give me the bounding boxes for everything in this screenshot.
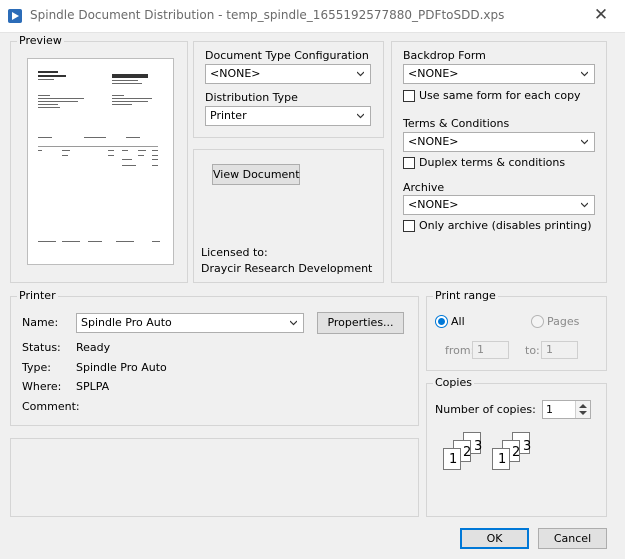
spin-down-icon[interactable] bbox=[579, 411, 587, 416]
from-label: from: bbox=[445, 344, 475, 357]
collate-digit-3: 3 bbox=[474, 439, 483, 454]
only-archive-label: Only archive (disables printing) bbox=[419, 219, 592, 232]
properties-button[interactable]: Properties... bbox=[317, 312, 404, 334]
same-form-label: Use same form for each copy bbox=[419, 89, 581, 102]
dist-type-label: Distribution Type bbox=[205, 91, 298, 104]
cancel-button[interactable]: Cancel bbox=[538, 528, 607, 549]
printer-name-value: Spindle Pro Auto bbox=[81, 316, 172, 329]
dist-type-value: Printer bbox=[210, 109, 247, 122]
chevron-down-icon bbox=[357, 113, 364, 119]
backdrop-form-label: Backdrop Form bbox=[403, 49, 486, 62]
document-preview-thumbnail[interactable] bbox=[27, 58, 174, 265]
collate-pages-icon: 3 2 1 bbox=[492, 432, 538, 472]
from-input[interactable]: 1 bbox=[472, 341, 509, 359]
collate-digit-3: 3 bbox=[523, 439, 532, 454]
chevron-down-icon bbox=[290, 320, 297, 326]
archive-select[interactable]: <NONE> bbox=[403, 195, 595, 215]
terms-select[interactable]: <NONE> bbox=[403, 132, 595, 152]
backdrop-form-select[interactable]: <NONE> bbox=[403, 64, 595, 84]
printer-group-label: Printer bbox=[17, 289, 58, 302]
print-range-group bbox=[426, 296, 607, 371]
same-form-checkbox[interactable] bbox=[403, 90, 415, 102]
collate-digit-1: 1 bbox=[449, 452, 458, 467]
printer-where-value: SPLPA bbox=[76, 380, 110, 393]
title-bar: Spindle Document Distribution - temp_spi… bbox=[0, 0, 625, 33]
to-label: to: bbox=[525, 344, 540, 357]
terms-value: <NONE> bbox=[408, 135, 459, 148]
printer-type-value: Spindle Pro Auto bbox=[76, 361, 167, 374]
collate-digit-2: 2 bbox=[512, 445, 521, 460]
print-range-label: Print range bbox=[433, 289, 498, 302]
copies-label: Copies bbox=[433, 376, 474, 389]
all-radio-label: All bbox=[451, 315, 465, 328]
copies-spinner[interactable]: 1 bbox=[542, 400, 591, 419]
archive-value: <NONE> bbox=[408, 198, 459, 211]
terms-label: Terms & Conditions bbox=[403, 117, 510, 130]
to-input[interactable]: 1 bbox=[541, 341, 578, 359]
spindle-app-icon bbox=[8, 9, 22, 23]
printer-comment-label: Comment: bbox=[22, 400, 80, 413]
window-title: Spindle Document Distribution - temp_spi… bbox=[30, 8, 505, 22]
info-panel bbox=[10, 438, 419, 517]
spin-buttons bbox=[575, 401, 590, 418]
spin-up-icon[interactable] bbox=[579, 403, 587, 408]
chevron-down-icon bbox=[357, 71, 364, 77]
close-icon[interactable]: ✕ bbox=[589, 4, 613, 26]
only-archive-checkbox[interactable] bbox=[403, 220, 415, 232]
ok-button[interactable]: OK bbox=[460, 528, 529, 549]
licensed-to-label: Licensed to: bbox=[201, 246, 268, 259]
pages-radio[interactable] bbox=[531, 315, 544, 328]
printer-status-value: Ready bbox=[76, 341, 111, 354]
duplex-checkbox[interactable] bbox=[403, 157, 415, 169]
printer-name-select[interactable]: Spindle Pro Auto bbox=[76, 313, 304, 333]
copies-value: 1 bbox=[546, 403, 553, 416]
chevron-down-icon bbox=[581, 71, 588, 77]
archive-label: Archive bbox=[403, 181, 445, 194]
all-radio[interactable] bbox=[435, 315, 448, 328]
printer-status-label: Status: bbox=[22, 341, 61, 354]
doc-type-select[interactable]: <NONE> bbox=[205, 64, 371, 84]
doc-type-label: Document Type Configuration bbox=[205, 49, 369, 62]
printer-name-label: Name: bbox=[22, 316, 59, 329]
chevron-down-icon bbox=[581, 139, 588, 145]
preview-label: Preview bbox=[17, 34, 64, 47]
view-document-button[interactable]: View Document bbox=[212, 164, 300, 185]
printer-type-label: Type: bbox=[22, 361, 51, 374]
number-of-copies-label: Number of copies: bbox=[435, 403, 536, 416]
printer-where-label: Where: bbox=[22, 380, 62, 393]
doc-type-value: <NONE> bbox=[210, 67, 261, 80]
duplex-label: Duplex terms & conditions bbox=[419, 156, 566, 169]
collate-digit-1: 1 bbox=[498, 452, 507, 467]
collate-digit-2: 2 bbox=[463, 445, 472, 460]
licensee-name: Draycir Research Development bbox=[201, 262, 373, 275]
collate-pages-icon: 3 2 1 bbox=[443, 432, 489, 472]
backdrop-form-value: <NONE> bbox=[408, 67, 459, 80]
chevron-down-icon bbox=[581, 202, 588, 208]
pages-radio-label: Pages bbox=[547, 315, 580, 328]
dist-type-select[interactable]: Printer bbox=[205, 106, 371, 126]
